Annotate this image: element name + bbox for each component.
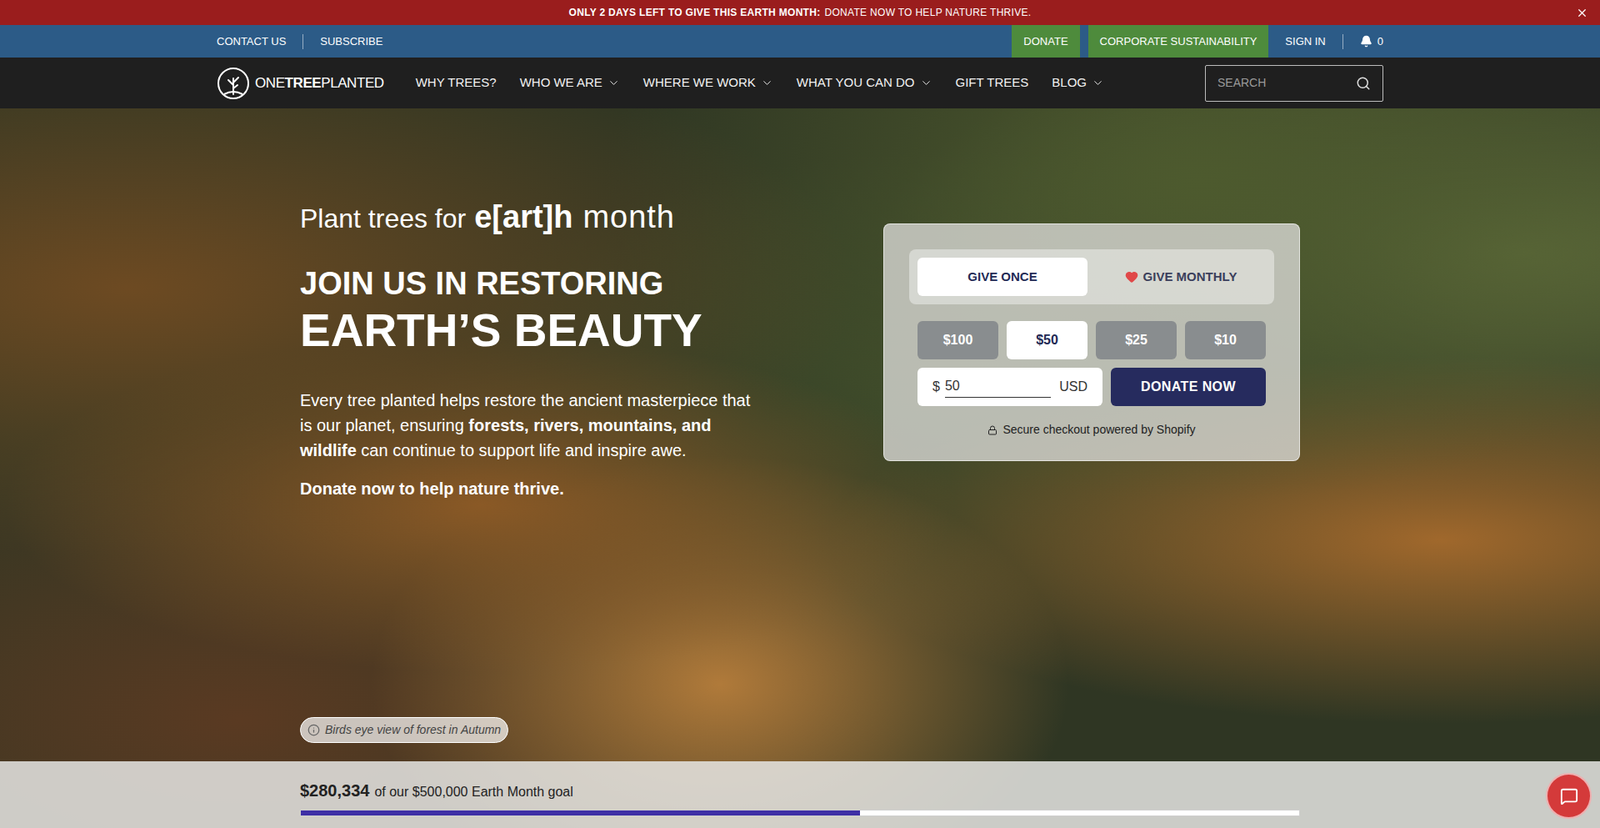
chevron-down-icon	[1091, 76, 1105, 90]
logo[interactable]: ONETREEPLANTED	[216, 66, 385, 100]
nav-item[interactable]: WHAT YOU CAN DO	[796, 73, 933, 93]
hero-paragraph: Every tree planted helps restore the anc…	[300, 387, 767, 463]
divider	[302, 34, 304, 50]
currency-code: USD	[1059, 376, 1088, 397]
announcement-lead: ONLY 2 DAYS LEFT TO GIVE THIS EARTH MONT…	[569, 5, 821, 20]
tree-logo-icon	[216, 66, 250, 100]
info-icon	[307, 723, 320, 736]
logo-one: ONE	[255, 75, 285, 91]
nav-item[interactable]: WHO WE ARE	[520, 73, 620, 93]
search-icon	[1355, 75, 1371, 91]
amount-field[interactable]: $50 USD	[917, 367, 1103, 406]
hero-text: Plant trees fore[art]hmonth JOIN US IN RE…	[300, 108, 817, 501]
green-button[interactable]: DONATE	[1011, 25, 1080, 58]
frequency-tab[interactable]: GIVE ONCE	[917, 257, 1088, 296]
search-box[interactable]	[1205, 65, 1384, 102]
amount-button[interactable]: $10	[1185, 320, 1266, 360]
chevron-down-icon	[607, 76, 620, 90]
nav-item[interactable]: WHY TREES?	[415, 73, 497, 93]
hero-title-top: JOIN US IN RESTORING	[300, 265, 817, 303]
close-icon[interactable]	[1575, 5, 1589, 20]
utility-links: CONTACT US SUBSCRIBE	[216, 33, 383, 50]
utility-actions: DONATECORPORATE SUSTAINABILITY SIGN IN 0	[1003, 25, 1384, 58]
amount-button[interactable]: $100	[917, 320, 999, 360]
amount-options: $100$50$25$10	[909, 320, 1275, 360]
bell-icon	[1360, 35, 1373, 48]
nav-item[interactable]: WHERE WE WORK	[643, 73, 774, 93]
announcement-bar[interactable]: ONLY 2 DAYS LEFT TO GIVE THIS EARTH MONT…	[0, 0, 1600, 25]
divider	[1342, 34, 1344, 50]
sign-in-link[interactable]: SIGN IN	[1285, 33, 1325, 50]
hero-cta: Donate now to help nature thrive.	[300, 475, 817, 501]
nav-item[interactable]: GIFT TREES	[955, 73, 1030, 93]
amount-button[interactable]: $50	[1006, 320, 1088, 360]
frequency-tab[interactable]: GIVE MONTHLY	[1095, 257, 1266, 296]
donate-now-button[interactable]: DONATE NOW	[1110, 367, 1266, 406]
utility-link[interactable]: SUBSCRIBE	[320, 33, 383, 50]
currency-symbol: $	[932, 376, 940, 397]
lock-icon	[987, 425, 998, 435]
chevron-down-icon	[920, 76, 933, 90]
utility-link[interactable]: CONTACT US	[216, 33, 286, 50]
green-button[interactable]: CORPORATE SUSTAINABILITY	[1088, 25, 1270, 58]
nav-menu: WHY TREES? WHO WE ARE WHERE WE WORK WHAT YO…	[415, 73, 1105, 93]
amount-value[interactable]: 50	[945, 375, 1051, 398]
goal-progress-fill	[300, 810, 860, 815]
page: ONLY 2 DAYS LEFT TO GIVE THIS EARTH MONT…	[0, 0, 1600, 828]
chat-button[interactable]	[1545, 772, 1592, 819]
donation-card: GIVE ONCEGIVE MONTHLY$100$50$25$10$50USD…	[883, 223, 1300, 461]
frequency-tabs: GIVE ONCEGIVE MONTHLY	[909, 249, 1275, 305]
main-nav: ONETREEPLANTED WHY TREES? WHO WE ARE WHERE …	[0, 57, 1600, 109]
notification-count: 0	[1377, 33, 1384, 50]
chevron-down-icon	[760, 76, 774, 90]
hero: Plant trees fore[art]hmonth JOIN US IN RE…	[0, 108, 1600, 828]
goal-strip: $280,334of our $500,000 Earth Month goal	[0, 760, 1600, 828]
goal-text: $280,334of our $500,000 Earth Month goal	[300, 777, 1300, 803]
photo-caption[interactable]: Birds eye view of forest in Autumn	[300, 716, 509, 743]
logo-tree: TREE	[285, 75, 322, 91]
secure-checkout: Secure checkout powered by Shopify	[909, 420, 1275, 439]
hero-title: EARTH’S BEAUTY	[300, 302, 817, 358]
hero-kicker: Plant trees fore[art]hmonth	[300, 193, 817, 241]
goal-label: of our $500,000 Earth Month goal	[374, 781, 573, 802]
notifications[interactable]: 0	[1360, 33, 1384, 50]
chat-icon	[1560, 786, 1579, 805]
utility-bar: CONTACT US SUBSCRIBE DONATECORPORATE SUSTA…	[0, 25, 1600, 58]
nav-item[interactable]: BLOG	[1051, 73, 1105, 93]
logo-planted: PLANTED	[320, 75, 384, 91]
goal-raised: $280,334	[300, 777, 370, 803]
search-input[interactable]	[1217, 74, 1356, 92]
goal-progress	[300, 809, 1300, 816]
amount-button[interactable]: $25	[1095, 320, 1177, 360]
announcement-text: DONATE NOW TO HELP NATURE THRIVE.	[825, 5, 1032, 20]
heart-icon	[1125, 270, 1139, 284]
